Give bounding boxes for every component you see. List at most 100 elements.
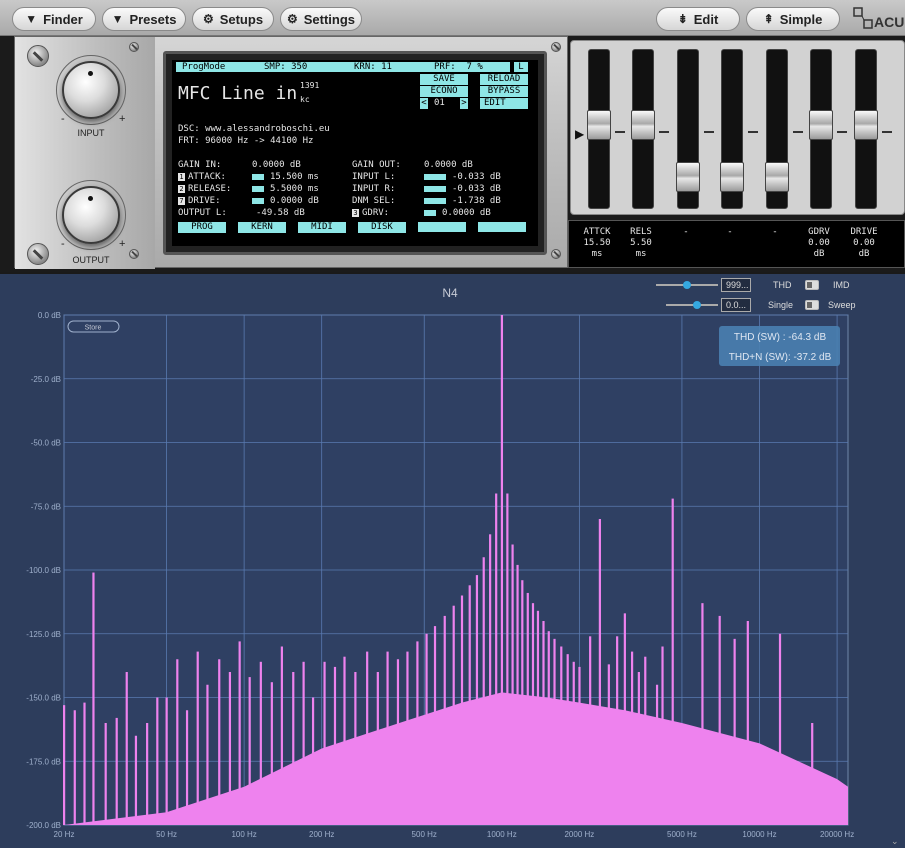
fader-4-cap[interactable] xyxy=(720,162,744,192)
harmonic-spike xyxy=(671,498,674,825)
progmode-label: ProgMode xyxy=(182,62,226,72)
input-l-bar xyxy=(424,174,446,180)
y-tick-label: -50.0 dB xyxy=(31,439,61,448)
scroll-down-icon[interactable]: ⌄ xyxy=(891,836,899,847)
release-value[interactable]: 5.5000 ms xyxy=(270,184,319,195)
output-l-value: -49.58 dB xyxy=(256,208,305,218)
resolution-input[interactable]: 999... xyxy=(721,278,751,292)
fader-3-slot xyxy=(676,49,700,209)
harmonic-spike xyxy=(406,651,409,825)
next-preset-button[interactable]: > xyxy=(460,98,468,109)
edit-button[interactable]: ⇟ Edit xyxy=(656,7,740,31)
gain-out-value[interactable]: 0.0000 dB xyxy=(424,160,473,171)
fader-drive-cap[interactable] xyxy=(854,110,878,140)
harmonic-spike xyxy=(206,684,209,825)
lcd-edit-button[interactable]: EDIT xyxy=(480,98,528,109)
offset-slider[interactable] xyxy=(666,304,718,306)
y-tick-label: 0.0 dB xyxy=(38,311,61,320)
tab-kern[interactable]: KERN xyxy=(238,222,286,233)
y-tick-label: -100.0 dB xyxy=(26,566,61,575)
offset-input[interactable]: 0.0... xyxy=(721,298,751,312)
gear-icon: ⚙ xyxy=(202,12,214,26)
offset-slider-knob[interactable] xyxy=(693,301,701,309)
harmonic-spike xyxy=(134,735,138,825)
single-sweep-toggle[interactable] xyxy=(805,300,819,310)
tab-disk[interactable]: DISK xyxy=(358,222,406,233)
setups-button[interactable]: ⚙ Setups xyxy=(192,7,274,31)
screw-icon xyxy=(27,45,49,67)
fader-5-cap[interactable] xyxy=(765,162,789,192)
settings-button[interactable]: ⚙ Settings xyxy=(280,7,362,31)
harmonic-spike xyxy=(531,603,535,825)
harmonic-spike xyxy=(637,672,640,825)
harmonic-spike xyxy=(475,575,479,825)
econo-button[interactable]: ECONO xyxy=(420,86,468,97)
reload-button[interactable]: RELOAD xyxy=(480,74,528,85)
finder-button[interactable]: ▼ Finder xyxy=(12,7,96,31)
tab-empty[interactable] xyxy=(418,222,466,232)
smp-value: SMP: 350 xyxy=(264,62,308,72)
preset-title: MFC Line in xyxy=(178,83,298,104)
harmonic-spike xyxy=(536,610,540,825)
output-knob[interactable] xyxy=(62,186,120,244)
readout-label: - xyxy=(727,227,733,237)
store-button-label[interactable]: Store xyxy=(85,325,102,332)
harmonic-spike xyxy=(547,631,550,825)
screw-icon xyxy=(551,42,561,52)
fader-attack-cap[interactable] xyxy=(587,110,611,140)
fader-release-cap[interactable] xyxy=(631,110,655,140)
settings-label: Settings xyxy=(303,11,356,27)
readout-unit: ms xyxy=(635,249,647,259)
tab-prog[interactable]: PROG xyxy=(178,222,226,233)
prf-value: PRF: 7 % xyxy=(434,62,483,72)
harmonic-spike xyxy=(746,621,749,825)
fader-divider xyxy=(793,131,803,133)
harmonic-spike xyxy=(468,585,471,825)
drive-value[interactable]: 0.0000 dB xyxy=(270,196,319,207)
harmonic-spike xyxy=(489,534,492,825)
harmonic-spike xyxy=(125,672,128,825)
tab-midi[interactable]: MIDI xyxy=(298,222,346,233)
harmonic-spike xyxy=(425,633,428,825)
bypass-button[interactable]: BYPASS xyxy=(480,86,528,97)
fader-5-slot xyxy=(765,49,789,209)
fader-divider xyxy=(837,131,847,133)
harmonic-spike xyxy=(248,677,251,825)
harmonic-spike xyxy=(280,646,283,825)
input-r-value: -0.033 dB xyxy=(452,184,501,194)
harmonic-spike xyxy=(644,656,647,825)
save-button[interactable]: SAVE xyxy=(420,74,468,85)
x-tick-label: 200 Hz xyxy=(309,830,334,839)
fader-4-slot xyxy=(720,49,744,209)
harmonic-spike xyxy=(196,651,199,825)
harmonic-spike xyxy=(259,661,262,825)
readout-unit: dB xyxy=(858,249,870,259)
simple-button[interactable]: ⇞ Simple xyxy=(746,7,840,31)
harmonic-spike xyxy=(433,626,437,825)
gdrv-bar xyxy=(424,210,436,216)
output-l-label: OUTPUT L: xyxy=(178,208,227,218)
input-r-label: INPUT R: xyxy=(352,184,396,194)
analyzer-title: N4 xyxy=(442,286,458,300)
l-flag[interactable]: L xyxy=(514,62,528,72)
gain-in-value[interactable]: 0.0000 dB xyxy=(252,160,301,171)
thd-imd-toggle[interactable] xyxy=(805,280,819,290)
gdrv-label: GDRV: xyxy=(362,208,390,218)
screw-icon xyxy=(129,42,139,52)
harmonic-spike xyxy=(526,592,529,825)
tab-empty[interactable] xyxy=(478,222,526,232)
x-tick-label: 2000 Hz xyxy=(564,830,594,839)
drive-label: DRIVE: xyxy=(188,196,221,206)
setups-label: Setups xyxy=(219,11,264,27)
gdrv-value[interactable]: 0.0000 dB xyxy=(442,208,491,219)
resolution-slider-knob[interactable] xyxy=(683,281,691,289)
harmonic-spike xyxy=(616,636,619,825)
fader-gdrv-cap[interactable] xyxy=(809,110,833,140)
attack-value[interactable]: 15.500 ms xyxy=(270,172,319,183)
prev-preset-button[interactable]: < xyxy=(420,98,428,109)
presets-button[interactable]: ▼ Presets xyxy=(102,7,186,31)
fader-3-cap[interactable] xyxy=(676,162,700,192)
dnm-label: DNM SEL: xyxy=(352,196,396,206)
harmonic-spike xyxy=(607,664,610,825)
input-knob[interactable] xyxy=(62,61,120,119)
